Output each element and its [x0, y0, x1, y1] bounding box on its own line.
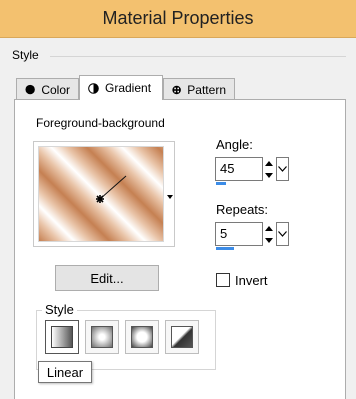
- angle-dropdown[interactable]: [276, 157, 289, 181]
- tab-color-label: Color: [41, 82, 70, 97]
- angle-input[interactable]: 45: [215, 157, 263, 181]
- angle-label: Angle:: [216, 137, 253, 152]
- style-section-label: Style: [42, 302, 77, 317]
- invert-label: Invert: [235, 273, 268, 288]
- tab-pattern-label: Pattern: [187, 82, 226, 97]
- window-title: Material Properties: [102, 8, 254, 28]
- group-divider: [50, 56, 346, 57]
- sunburst-gradient-icon: [131, 326, 153, 348]
- repeats-input[interactable]: 5: [215, 222, 263, 246]
- repeats-label: Repeats:: [216, 202, 269, 217]
- angle-slider-bar[interactable]: [216, 182, 226, 185]
- tooltip: Linear: [38, 361, 92, 383]
- filled-circle-icon: [25, 84, 35, 95]
- repeats-spinner[interactable]: [263, 222, 275, 246]
- style-radial-button[interactable]: [165, 320, 199, 354]
- gradient-preview[interactable]: [38, 146, 164, 242]
- style-group-label: Style: [12, 48, 39, 62]
- chevron-down-icon: [278, 231, 287, 237]
- style-linear-button[interactable]: [45, 320, 79, 354]
- edit-button[interactable]: Edit...: [55, 265, 159, 291]
- title-bar: Material Properties: [0, 0, 356, 38]
- style-sunburst-button[interactable]: [125, 320, 159, 354]
- tab-gradient-label: Gradient: [105, 81, 152, 95]
- preview-dropdown-arrow-icon[interactable]: [167, 195, 173, 199]
- rectangular-gradient-icon: [91, 326, 113, 348]
- gradient-angle-handle[interactable]: [39, 147, 165, 243]
- spin-down-icon[interactable]: [265, 237, 273, 243]
- chevron-down-icon: [278, 166, 287, 172]
- half-circle-icon: [88, 82, 99, 94]
- spin-up-icon[interactable]: [265, 225, 273, 231]
- spin-up-icon[interactable]: [265, 160, 273, 166]
- gradient-name: Foreground-background: [36, 116, 165, 130]
- repeats-dropdown[interactable]: [276, 222, 289, 246]
- angle-spinner[interactable]: [263, 157, 275, 181]
- tab-gradient[interactable]: Gradient: [79, 75, 163, 100]
- spin-down-icon[interactable]: [265, 172, 273, 178]
- radial-gradient-icon: [171, 326, 193, 348]
- tab-pattern[interactable]: Pattern: [163, 78, 235, 100]
- invert-checkbox[interactable]: [216, 273, 230, 287]
- tab-color[interactable]: Color: [16, 78, 79, 100]
- pattern-circle-icon: [172, 85, 181, 94]
- linear-gradient-icon: [51, 326, 73, 348]
- style-rectangular-button[interactable]: [85, 320, 119, 354]
- repeats-slider-bar[interactable]: [216, 247, 234, 250]
